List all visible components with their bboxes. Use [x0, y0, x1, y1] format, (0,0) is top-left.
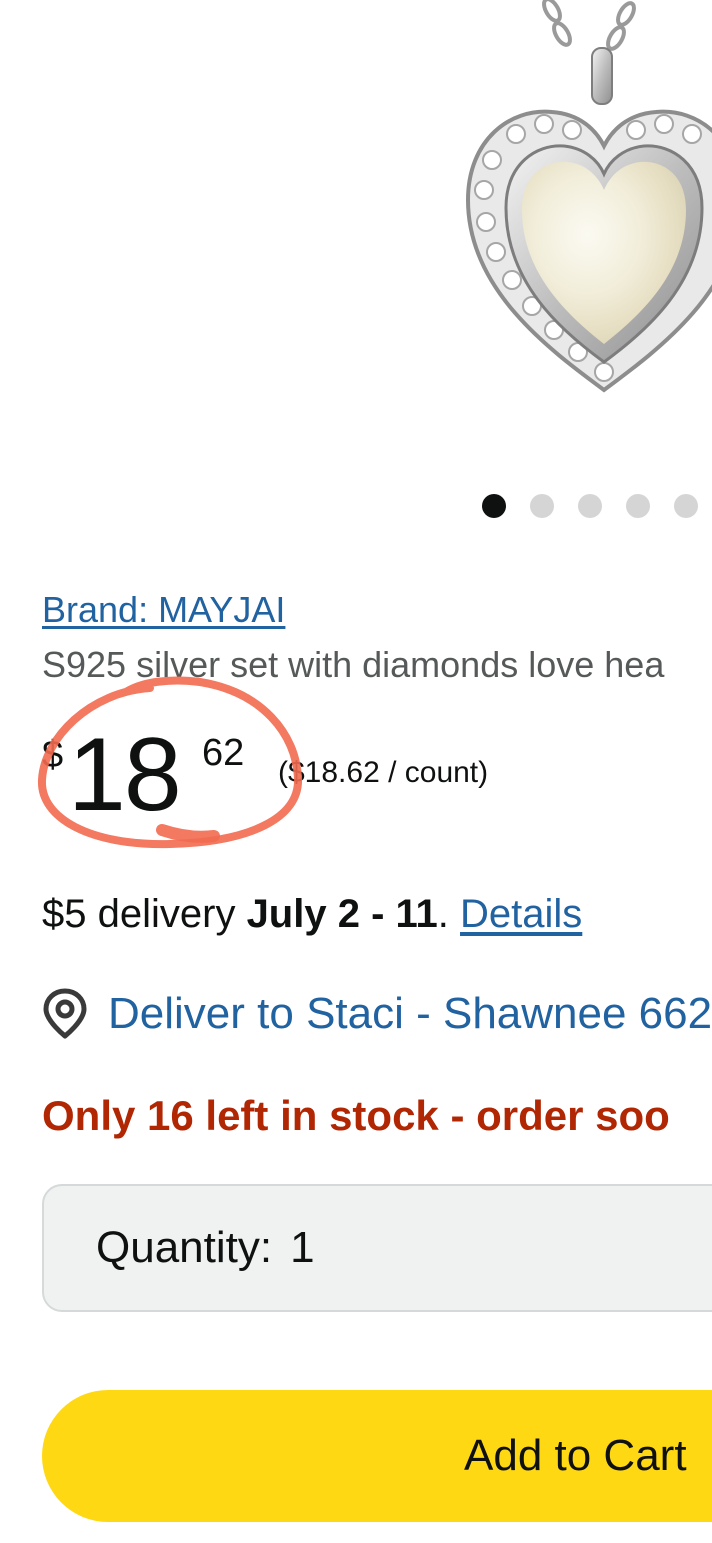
carousel-dot-1[interactable]: [482, 494, 506, 518]
location-pin-icon: [43, 988, 87, 1039]
price-block: $ 18 62 ($18.62 / count): [42, 720, 642, 830]
deliver-to-location[interactable]: Deliver to Staci - Shawnee 662: [42, 988, 712, 1040]
carousel-dot-2[interactable]: [530, 494, 554, 518]
carousel-dot-3[interactable]: [578, 494, 602, 518]
carousel-dot-5[interactable]: [674, 494, 698, 518]
image-carousel-dots[interactable]: [482, 494, 712, 518]
product-image[interactable]: [440, 0, 712, 400]
quantity-label: Quantity:: [96, 1223, 273, 1272]
price-fraction: 62: [202, 732, 245, 774]
product-page: Brand: MAYJAI S925 silver set with diamo…: [0, 0, 712, 1543]
quantity-value: 1: [290, 1223, 315, 1272]
unit-price: ($18.62 / count): [278, 756, 489, 789]
product-title[interactable]: S925 silver set with diamonds love hea: [42, 644, 664, 686]
stock-status: Only 16 left in stock - order soo: [42, 1092, 670, 1139]
price-whole: 18: [68, 717, 182, 833]
quantity-dropdown[interactable]: Quantity: 1: [42, 1184, 712, 1312]
add-to-cart-label: Add to Cart: [464, 1431, 687, 1480]
delivery-dates: July 2 - 11: [246, 892, 438, 936]
add-to-cart-button[interactable]: Add to Cart: [42, 1390, 712, 1522]
brand-link[interactable]: Brand: MAYJAI: [42, 589, 285, 631]
delivery-info: $5 delivery July 2 - 11. Details: [42, 892, 582, 937]
price-currency-symbol: $: [42, 734, 64, 776]
delivery-separator: .: [437, 892, 461, 936]
delivery-prefix: $5 delivery: [42, 892, 247, 936]
deliver-to-label[interactable]: Deliver to Staci - Shawnee 662: [108, 989, 712, 1039]
delivery-details-link[interactable]: Details: [460, 892, 582, 936]
carousel-dot-4[interactable]: [626, 494, 650, 518]
